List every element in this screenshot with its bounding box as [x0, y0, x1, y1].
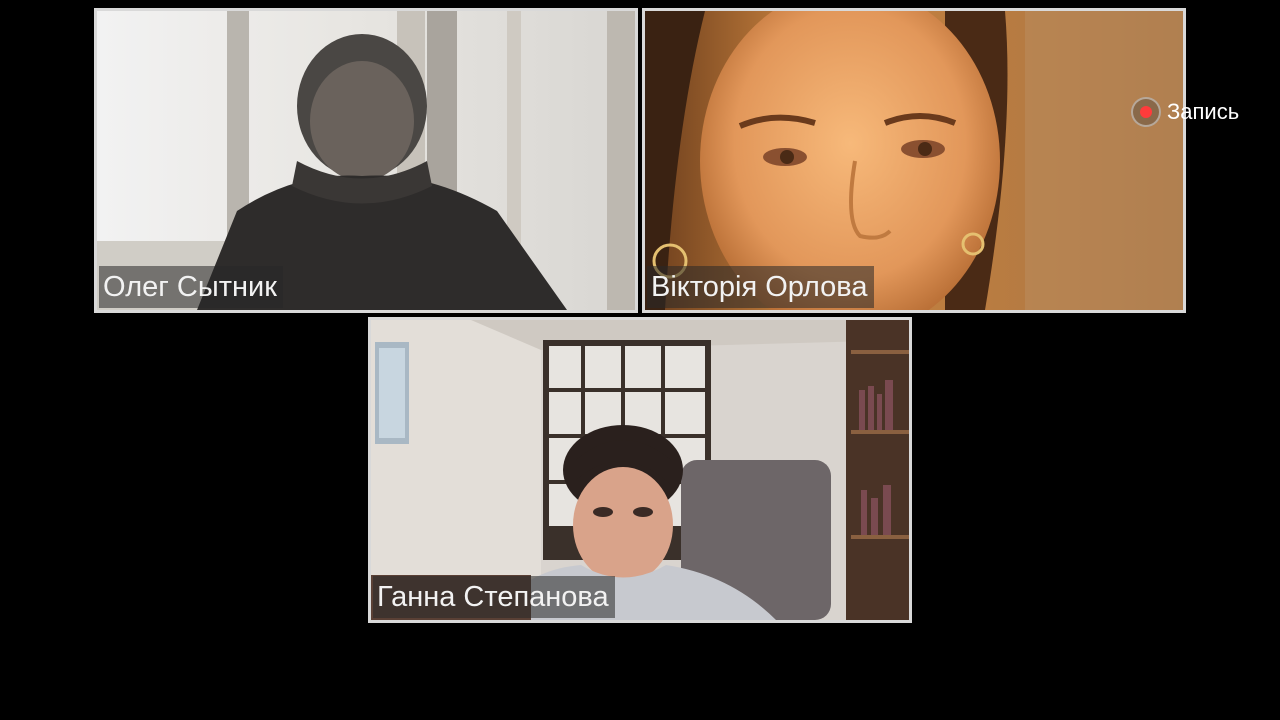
participant-name-label: Ганна Степанова [373, 576, 615, 618]
recording-indicator[interactable]: Запись [1131, 97, 1239, 127]
participant-tile-oleg[interactable]: Олег Сытник [94, 8, 638, 313]
participant-tile-ganna[interactable]: Ганна Степанова [368, 317, 912, 623]
participant-video [371, 320, 909, 620]
participant-tile-viktoria[interactable]: Вікторія Орлова [642, 8, 1186, 313]
video-call-stage: Олег Сытник Вікторія Орлова Ганна Степан… [0, 0, 1280, 720]
recording-label: Запись [1167, 99, 1240, 124]
participant-name-label: Вікторія Орлова [647, 266, 874, 308]
record-icon [1131, 97, 1161, 127]
participant-name-label: Олег Сытник [99, 266, 283, 308]
record-dot [1140, 106, 1152, 118]
